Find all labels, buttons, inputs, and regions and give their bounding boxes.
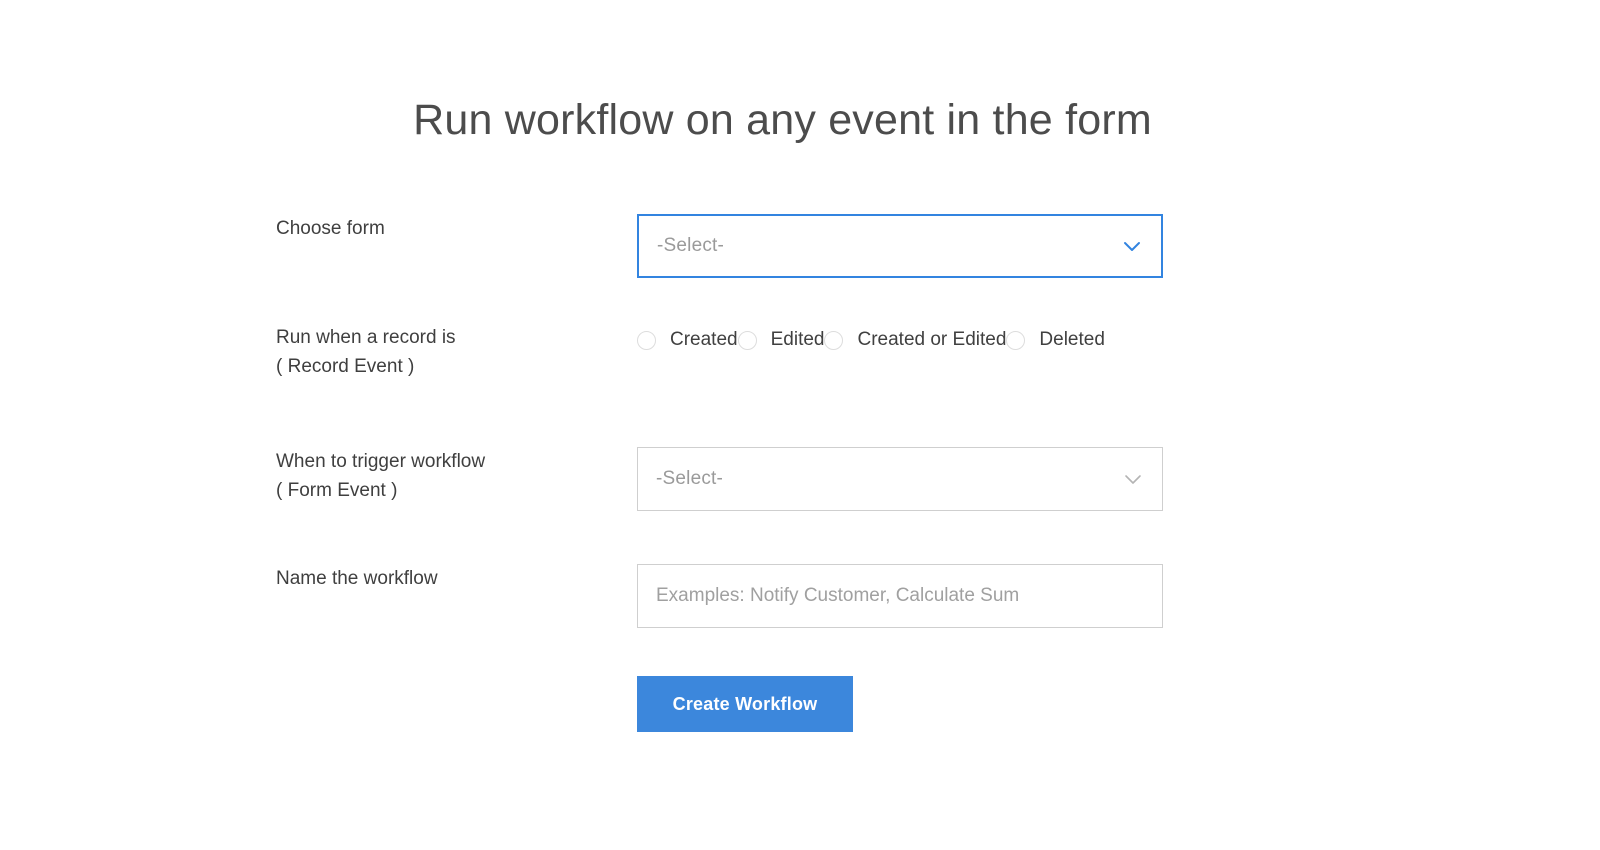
chevron-down-icon[interactable]: [1121, 235, 1143, 257]
create-workflow-button[interactable]: Create Workflow: [637, 676, 853, 732]
radio-option-created[interactable]: Created: [637, 329, 738, 351]
form-event-label-line1: When to trigger workflow: [276, 451, 486, 472]
radio-label-created: Created: [670, 329, 738, 350]
radio-circle-icon[interactable]: [1006, 330, 1026, 350]
record-event-radio-group: Created Edited Created or Edited Deleted: [637, 323, 1376, 351]
form-row-submit: Create Workflow: [276, 676, 1376, 732]
workflow-name-label: Name the workflow: [276, 568, 438, 589]
form-event-selected-value: -Select-: [656, 468, 724, 489]
radio-label-edited: Edited: [770, 329, 825, 350]
chevron-down-icon[interactable]: [1122, 468, 1144, 490]
form-row-form-event: When to trigger workflow ( Form Event ) …: [276, 447, 1376, 511]
radio-option-deleted[interactable]: Deleted: [1006, 329, 1105, 351]
workflow-name-control: [637, 564, 1376, 628]
form-row-workflow-name: Name the workflow: [276, 564, 1376, 628]
radio-option-created-or-edited[interactable]: Created or Edited: [824, 329, 1006, 351]
workflow-name-input[interactable]: [637, 564, 1163, 628]
choose-form-select[interactable]: -Select-: [637, 214, 1163, 278]
radio-label-created-or-edited: Created or Edited: [857, 329, 1007, 350]
choose-form-control: -Select-: [637, 214, 1376, 278]
radio-circle-icon[interactable]: [824, 330, 844, 350]
radio-label-deleted: Deleted: [1039, 329, 1105, 350]
form-row-choose-form: Choose form -Select-: [276, 214, 1376, 278]
form-event-select[interactable]: -Select-: [637, 447, 1163, 511]
record-event-label: Run when a record is ( Record Event ): [276, 323, 637, 381]
page-title: Run workflow on any event in the form: [413, 96, 1152, 144]
radio-circle-icon[interactable]: [737, 330, 757, 350]
record-event-control: Created Edited Created or Edited Deleted: [637, 323, 1376, 351]
form-event-label-line2: ( Form Event ): [276, 480, 398, 501]
submit-control: Create Workflow: [637, 676, 1376, 732]
record-event-label-line1: Run when a record is: [276, 327, 456, 348]
radio-circle-icon[interactable]: [637, 330, 656, 350]
form-row-record-event: Run when a record is ( Record Event ) Cr…: [276, 323, 1376, 381]
choose-form-selected-value: -Select-: [657, 235, 725, 256]
record-event-label-line2: ( Record Event ): [276, 356, 415, 377]
workflow-form: Choose form -Select- Run when a record i…: [276, 214, 1376, 732]
choose-form-label: Choose form: [276, 218, 385, 239]
radio-option-edited[interactable]: Edited: [737, 329, 825, 351]
form-event-label: When to trigger workflow ( Form Event ): [276, 447, 637, 505]
form-event-control: -Select-: [637, 447, 1376, 511]
